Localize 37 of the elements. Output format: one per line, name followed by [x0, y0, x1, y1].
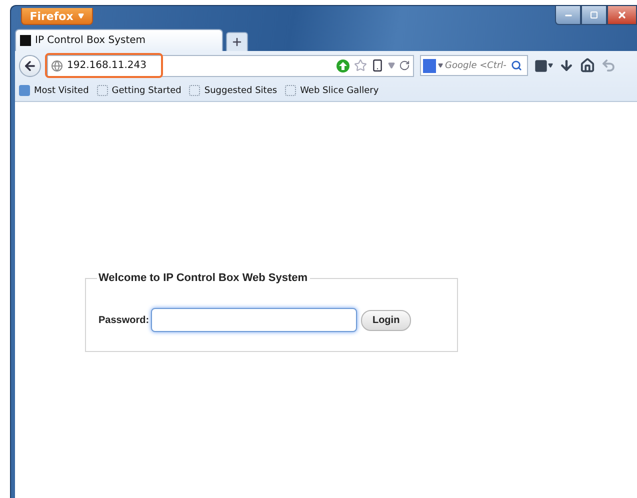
url-text: 192.168.11.243 — [67, 60, 147, 71]
globe-icon — [51, 60, 63, 72]
bookmark-link[interactable]: Most Visited — [19, 85, 89, 96]
reload-icon[interactable] — [399, 60, 410, 71]
caret-icon — [78, 13, 84, 19]
login-button[interactable]: Login — [361, 310, 412, 330]
password-label: Password: — [98, 314, 150, 326]
phone-icon[interactable] — [371, 59, 384, 72]
bookmarks-menu-icon[interactable] — [534, 58, 553, 72]
close-icon — [617, 10, 627, 20]
dropdown-icon — [438, 63, 443, 68]
search-bar[interactable]: Google <Ctrl- — [420, 55, 528, 76]
star-icon[interactable] — [354, 59, 367, 72]
favicon-icon — [20, 35, 31, 46]
bookmark-link[interactable]: Suggested Sites — [189, 85, 278, 96]
home-icon[interactable] — [580, 58, 595, 73]
password-field[interactable] — [151, 308, 358, 332]
back-arrow-icon — [23, 58, 37, 72]
bookmark-link[interactable]: Getting Started — [96, 85, 182, 96]
address-field[interactable]: 192.168.11.243 — [47, 54, 414, 76]
search-field[interactable]: Google <Ctrl- — [445, 60, 509, 70]
browser-tab[interactable]: IP Control Box System — [15, 29, 223, 51]
download-icon[interactable] — [559, 58, 574, 73]
panel-title: Welcome to IP Control Box Web System — [98, 272, 309, 284]
back-button[interactable] — [19, 54, 41, 76]
tab-title: IP Control Box System — [35, 35, 146, 46]
plus-icon — [231, 36, 243, 48]
maximize-button[interactable] — [581, 6, 607, 25]
dropdown-icon[interactable] — [388, 62, 395, 69]
new-tab-button[interactable] — [226, 32, 248, 51]
maximize-icon — [590, 11, 598, 19]
search-engine-icon — [423, 58, 436, 72]
go-arrow-icon — [336, 58, 350, 72]
bookmark-link[interactable]: Web Slice Gallery — [285, 85, 379, 96]
close-button[interactable] — [607, 6, 637, 25]
minimize-button[interactable] — [555, 6, 581, 25]
search-icon — [511, 60, 522, 71]
